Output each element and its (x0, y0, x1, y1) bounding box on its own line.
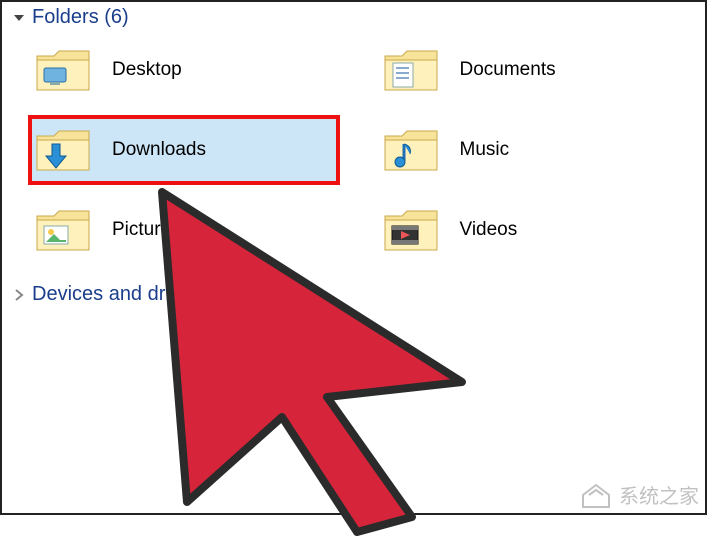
folder-item-videos[interactable]: Videos (378, 197, 686, 263)
pictures-folder-icon (34, 206, 92, 254)
folder-label: Videos (460, 219, 518, 241)
watermark-text: 系统之家 (619, 480, 699, 509)
folder-label: Desktop (112, 59, 182, 81)
expand-icon (12, 288, 26, 302)
folder-item-downloads[interactable]: Downloads (30, 117, 338, 183)
videos-folder-icon (382, 206, 440, 254)
folders-grid: Desktop Documents Downloads (2, 37, 705, 273)
music-folder-icon (382, 126, 440, 174)
folder-label: Music (460, 139, 510, 161)
folders-header-label: Folders (6) (32, 6, 129, 29)
folder-item-documents[interactable]: Documents (378, 37, 686, 103)
desktop-folder-icon (34, 46, 92, 94)
folder-item-pictures[interactable]: Pictures (30, 197, 338, 263)
folder-label: Downloads (112, 139, 206, 161)
watermark-logo-icon (579, 481, 613, 509)
devices-header-label: Devices and drives (2) (32, 283, 231, 306)
documents-folder-icon (382, 46, 440, 94)
folders-section-header[interactable]: Folders (6) (2, 2, 705, 37)
folder-label: Documents (460, 59, 556, 81)
folder-item-desktop[interactable]: Desktop (30, 37, 338, 103)
folder-label: Pictures (112, 219, 181, 241)
devices-section-header[interactable]: Devices and drives (2) (2, 279, 705, 314)
collapse-icon (12, 11, 26, 25)
folder-item-music[interactable]: Music (378, 117, 686, 183)
downloads-folder-icon (34, 126, 92, 174)
watermark: 系统之家 (579, 480, 699, 509)
